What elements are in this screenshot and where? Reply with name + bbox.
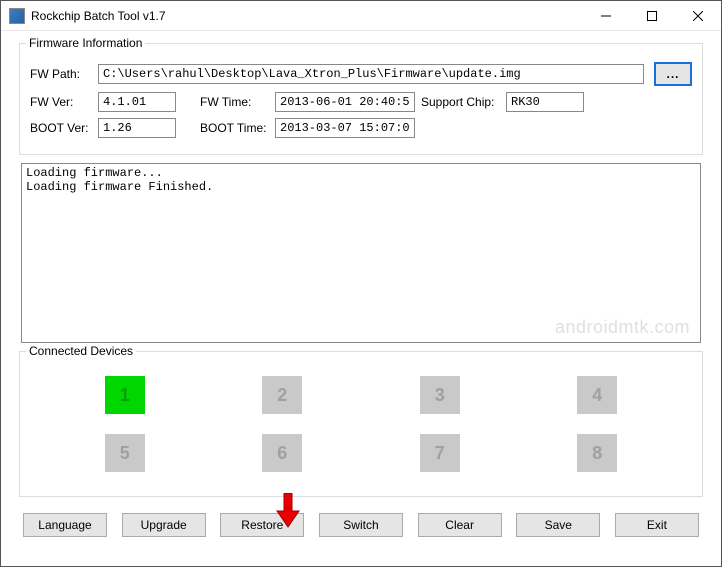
titlebar: Rockchip Batch Tool v1.7 bbox=[1, 1, 721, 31]
fwtime-input[interactable] bbox=[275, 92, 415, 112]
browse-label: ... bbox=[666, 67, 679, 81]
maximize-button[interactable] bbox=[629, 1, 675, 31]
fwver-label: FW Ver: bbox=[30, 95, 98, 109]
save-button[interactable]: Save bbox=[516, 513, 600, 537]
device-slot-3[interactable]: 3 bbox=[420, 376, 460, 414]
log-line-1: Loading firmware... bbox=[26, 166, 163, 180]
window-title: Rockchip Batch Tool v1.7 bbox=[31, 9, 583, 23]
watermark: androidmtk.com bbox=[555, 317, 690, 338]
minimize-button[interactable] bbox=[583, 1, 629, 31]
devices-legend: Connected Devices bbox=[26, 344, 136, 358]
clear-button[interactable]: Clear bbox=[418, 513, 502, 537]
restore-button[interactable]: Restore bbox=[220, 513, 304, 537]
exit-button[interactable]: Exit bbox=[615, 513, 699, 537]
device-slot-4[interactable]: 4 bbox=[577, 376, 617, 414]
app-icon bbox=[9, 8, 25, 24]
device-slot-8[interactable]: 8 bbox=[577, 434, 617, 472]
bootver-input[interactable] bbox=[98, 118, 176, 138]
chip-input[interactable] bbox=[506, 92, 584, 112]
device-slot-2[interactable]: 2 bbox=[262, 376, 302, 414]
close-button[interactable] bbox=[675, 1, 721, 31]
upgrade-button[interactable]: Upgrade bbox=[122, 513, 206, 537]
fwpath-label: FW Path: bbox=[30, 67, 98, 81]
device-grid: 1 2 3 4 5 6 7 8 bbox=[30, 370, 692, 482]
log-box: Loading firmware... Loading firmware Fin… bbox=[21, 163, 701, 343]
browse-button[interactable]: ... bbox=[654, 62, 692, 86]
chip-label: Support Chip: bbox=[421, 95, 506, 109]
fwver-input[interactable] bbox=[98, 92, 176, 112]
fwpath-input[interactable] bbox=[98, 64, 644, 84]
devices-group: Connected Devices 12345678 bbox=[19, 351, 703, 497]
device-slot-7[interactable]: 7 bbox=[420, 434, 460, 472]
firmware-group: Firmware Information FW Path: ... FW Ver… bbox=[19, 43, 703, 155]
button-row: Language Upgrade Restore Switch Clear Sa… bbox=[19, 505, 703, 537]
switch-button[interactable]: Switch bbox=[319, 513, 403, 537]
device-slot-5[interactable]: 5 bbox=[105, 434, 145, 472]
language-button[interactable]: Language bbox=[23, 513, 107, 537]
log-line-2: Loading firmware Finished. bbox=[26, 180, 213, 194]
boottime-label: BOOT Time: bbox=[200, 121, 275, 135]
bootver-label: BOOT Ver: bbox=[30, 121, 98, 135]
firmware-legend: Firmware Information bbox=[26, 36, 145, 50]
device-slot-6[interactable]: 6 bbox=[262, 434, 302, 472]
boottime-input[interactable] bbox=[275, 118, 415, 138]
device-slot-1[interactable]: 1 bbox=[105, 376, 145, 414]
fwtime-label: FW Time: bbox=[200, 95, 275, 109]
